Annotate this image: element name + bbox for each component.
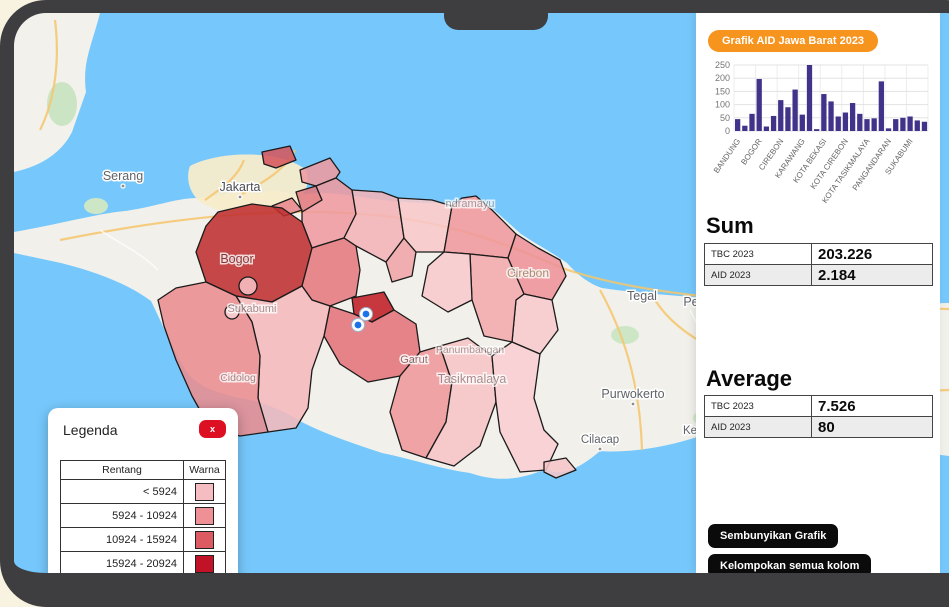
map-marker-icon[interactable] <box>352 319 365 332</box>
average-row-value: 7.526 <box>812 396 933 417</box>
chart-bar <box>828 101 833 131</box>
map-city-label: Tegal <box>627 289 657 303</box>
device-screen: SerangJakartaBogorndramayuCirebonTegalPe… <box>14 13 949 573</box>
stats-sidebar: Grafik AID Jawa Barat 2023 0 50 100 150 200 2… <box>696 13 940 573</box>
map-city-label: Panumbangan <box>436 344 504 356</box>
chart-bar <box>742 126 747 131</box>
chart-bar <box>757 79 762 131</box>
chart-bar <box>915 120 920 131</box>
legend-close-button[interactable]: x <box>199 420 226 438</box>
chart-bar <box>864 119 869 131</box>
chart-bar <box>850 103 855 131</box>
hide-chart-button[interactable]: Sembunyikan Grafik <box>708 524 838 548</box>
chart-bar <box>900 118 905 131</box>
group-columns-button[interactable]: Kelompokan semua kolom <box>708 554 871 573</box>
map-city-label: Tasikmalaya <box>438 372 507 386</box>
chart-bar <box>792 90 797 131</box>
chart-title-badge: Grafik AID Jawa Barat 2023 <box>708 30 878 52</box>
chart-bar <box>771 116 776 131</box>
map-city-label: Cirebon <box>507 266 549 280</box>
sum-heading: Sum <box>706 213 754 239</box>
svg-text:250: 250 <box>715 60 730 70</box>
chart-bar <box>821 94 826 131</box>
chart-bar <box>886 128 891 131</box>
chart-bar <box>735 119 740 131</box>
map-city-label: ndramayu <box>446 198 495 210</box>
chart-bar <box>764 127 769 131</box>
chart-bar <box>836 116 841 131</box>
average-row-label: TBC 2023 <box>705 396 812 417</box>
legend-range: 10924 - 15924 <box>61 528 184 552</box>
chart-bar <box>879 81 884 131</box>
legend-range: 15924 - 20924 <box>61 552 184 574</box>
sum-table: TBC 2023 203.226 AID 2023 2.184 <box>704 243 933 286</box>
chart-bar <box>857 114 862 131</box>
chart-bar <box>778 100 783 131</box>
legend-row: 5924 - 10924 <box>61 504 226 528</box>
sum-row-value: 203.226 <box>812 244 933 265</box>
map-city-label: Jakarta <box>220 180 261 194</box>
map-city-label: Serang <box>103 169 143 183</box>
legend-table: Rentang Warna < 59245924 - 1092410924 - … <box>60 460 226 573</box>
sum-row-value: 2.184 <box>812 265 933 286</box>
legend-color-swatch <box>195 507 214 525</box>
map-city-label: Ke <box>683 425 697 437</box>
city-dot-icon <box>598 447 602 451</box>
map-city-label: Bogor <box>220 252 253 266</box>
legend-range: 5924 - 10924 <box>61 504 184 528</box>
average-row-value: 80 <box>812 417 933 438</box>
map-city-label: Cilacap <box>581 434 619 446</box>
legend-row: < 5924 <box>61 480 226 504</box>
district-polygon <box>239 277 257 295</box>
average-row-label: AID 2023 <box>705 417 812 438</box>
map-city-label: Purwokerto <box>601 387 664 401</box>
svg-text:200: 200 <box>715 73 730 83</box>
city-dot-icon <box>121 184 125 188</box>
map-city-label: Garut <box>400 354 428 366</box>
city-dot-icon <box>631 402 635 406</box>
map-city-label: Cidolog <box>220 372 256 384</box>
map-marker-icon[interactable] <box>360 308 373 321</box>
sum-row-label: TBC 2023 <box>705 244 812 265</box>
city-dot-icon <box>238 195 242 199</box>
svg-text:50: 50 <box>720 113 730 123</box>
average-heading: Average <box>706 366 792 392</box>
chart-bar <box>807 65 812 131</box>
legend-col-warna: Warna <box>184 461 226 480</box>
svg-text:0: 0 <box>725 126 730 136</box>
chart-bar <box>893 119 898 131</box>
chart-bar <box>800 115 805 131</box>
svg-text:150: 150 <box>715 86 730 96</box>
chart-bar <box>749 114 754 131</box>
legend-panel: Legenda x Rentang Warna < 59245924 - 109… <box>48 408 238 573</box>
legend-color-swatch <box>195 555 214 573</box>
legend-col-rentang: Rentang <box>61 461 184 480</box>
chart-bar <box>907 116 912 131</box>
legend-color-swatch <box>195 531 214 549</box>
chart-bar <box>814 129 819 131</box>
svg-text:100: 100 <box>715 100 730 110</box>
legend-range: < 5924 <box>61 480 184 504</box>
chart-bar <box>843 113 848 131</box>
chart-x-label: BANDUNG <box>712 137 742 175</box>
bar-chart-svg: 050100150200250BANDUNGBOGORCIREBONKARAWA… <box>700 55 938 213</box>
chart-bar <box>785 107 790 131</box>
app-root: SerangJakartaBogorndramayuCirebonTegalPe… <box>0 0 949 607</box>
legend-row: 15924 - 20924 <box>61 552 226 574</box>
legend-row: 10924 - 15924 <box>61 528 226 552</box>
legend-color-swatch <box>195 483 214 501</box>
map-city-label: Sukabumi <box>228 303 277 315</box>
average-table: TBC 2023 7.526 AID 2023 80 <box>704 395 933 438</box>
chart-bar <box>872 118 877 131</box>
chart-bar <box>922 122 927 131</box>
device-notch <box>444 13 548 30</box>
sum-row-label: AID 2023 <box>705 265 812 286</box>
aid-bar-chart: 050100150200250BANDUNGBOGORCIREBONKARAWA… <box>700 55 938 213</box>
